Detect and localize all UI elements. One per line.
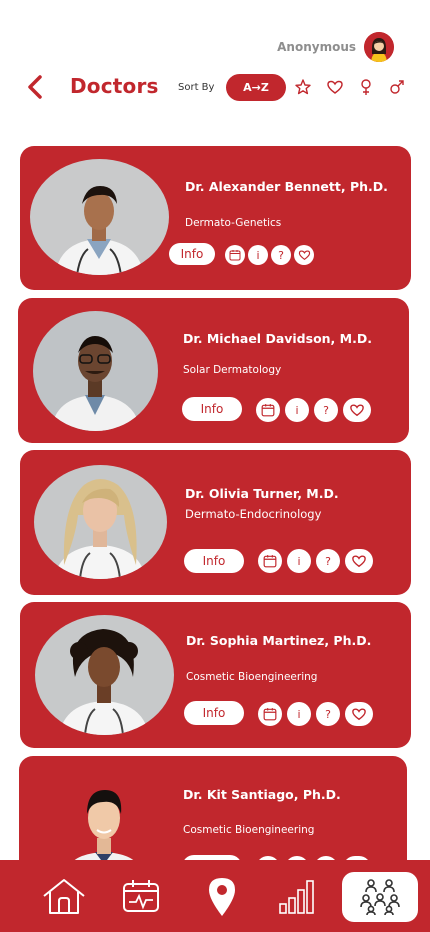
question-icon[interactable]: ? xyxy=(316,702,340,726)
question-icon[interactable]: ? xyxy=(314,398,338,422)
sort-label: Sort By xyxy=(178,82,215,93)
star-icon[interactable] xyxy=(294,78,312,96)
calendar-pulse-icon[interactable] xyxy=(118,874,164,918)
doctor-photo xyxy=(30,159,169,275)
location-pin-icon[interactable] xyxy=(200,872,244,920)
doctor-name: Dr. Kit Santiago, Ph.D. xyxy=(183,787,341,802)
doctor-photo xyxy=(34,465,167,579)
doctor-card[interactable]: Dr. Michael Davidson, M.D. Solar Dermato… xyxy=(18,298,409,443)
doctor-photo xyxy=(33,311,158,431)
doctor-card[interactable]: Dr. Olivia Turner, M.D. Dermato-Endocrin… xyxy=(20,450,411,595)
back-arrow-icon[interactable] xyxy=(24,74,48,100)
home-icon[interactable] xyxy=(40,874,88,918)
user-name: Anonymous xyxy=(277,40,356,54)
info-icon[interactable]: i xyxy=(287,702,311,726)
doctor-name: Dr. Sophia Martinez, Ph.D. xyxy=(186,633,372,648)
page-title: Doctors xyxy=(70,74,159,98)
doctor-specialty: Dermato-Genetics xyxy=(185,217,282,229)
heart-icon[interactable] xyxy=(345,702,373,726)
doctor-name: Dr. Alexander Bennett, Ph.D. xyxy=(185,179,388,194)
calendar-icon[interactable] xyxy=(225,245,245,265)
info-button[interactable]: Info xyxy=(184,701,244,725)
bottom-nav xyxy=(0,860,430,932)
info-icon[interactable]: i xyxy=(287,549,311,573)
female-icon[interactable] xyxy=(357,78,375,96)
doctor-card[interactable]: Dr. Sophia Martinez, Ph.D. Cosmetic Bioe… xyxy=(20,602,411,748)
heart-icon[interactable] xyxy=(343,398,371,422)
info-button[interactable]: Info xyxy=(169,243,215,265)
page-header: Doctors Sort By A→Z xyxy=(0,72,430,104)
user-profile[interactable]: Anonymous xyxy=(277,32,394,62)
doctor-name: Dr. Olivia Turner, M.D. xyxy=(185,486,339,501)
doctor-name: Dr. Michael Davidson, M.D. xyxy=(183,331,372,346)
question-icon[interactable]: ? xyxy=(271,245,291,265)
info-button[interactable]: Info xyxy=(184,549,244,573)
info-icon[interactable]: i xyxy=(285,398,309,422)
doctor-specialty: Cosmetic Bioengineering xyxy=(186,671,318,683)
people-group-icon[interactable] xyxy=(342,872,418,922)
calendar-icon[interactable] xyxy=(258,702,282,726)
heart-icon[interactable] xyxy=(326,78,344,96)
heart-icon[interactable] xyxy=(294,245,314,265)
heart-icon[interactable] xyxy=(345,549,373,573)
calendar-icon[interactable] xyxy=(258,549,282,573)
calendar-icon[interactable] xyxy=(256,398,280,422)
doctor-photo xyxy=(35,615,174,735)
doctor-specialty: Solar Dermatology xyxy=(183,364,282,376)
question-icon[interactable]: ? xyxy=(316,549,340,573)
sort-button[interactable]: A→Z xyxy=(226,74,286,101)
info-icon[interactable]: i xyxy=(248,245,268,265)
info-button[interactable]: Info xyxy=(182,397,242,421)
doctor-card[interactable]: Dr. Alexander Bennett, Ph.D. Dermato-Gen… xyxy=(20,146,411,290)
doctor-specialty: Dermato-Endocrinology xyxy=(185,507,322,521)
male-icon[interactable] xyxy=(388,78,406,96)
signal-bars-icon[interactable] xyxy=(274,874,320,918)
doctor-specialty: Cosmetic Bioengineering xyxy=(183,824,315,836)
user-avatar-icon[interactable] xyxy=(364,32,394,62)
doctor-photo xyxy=(59,778,149,868)
